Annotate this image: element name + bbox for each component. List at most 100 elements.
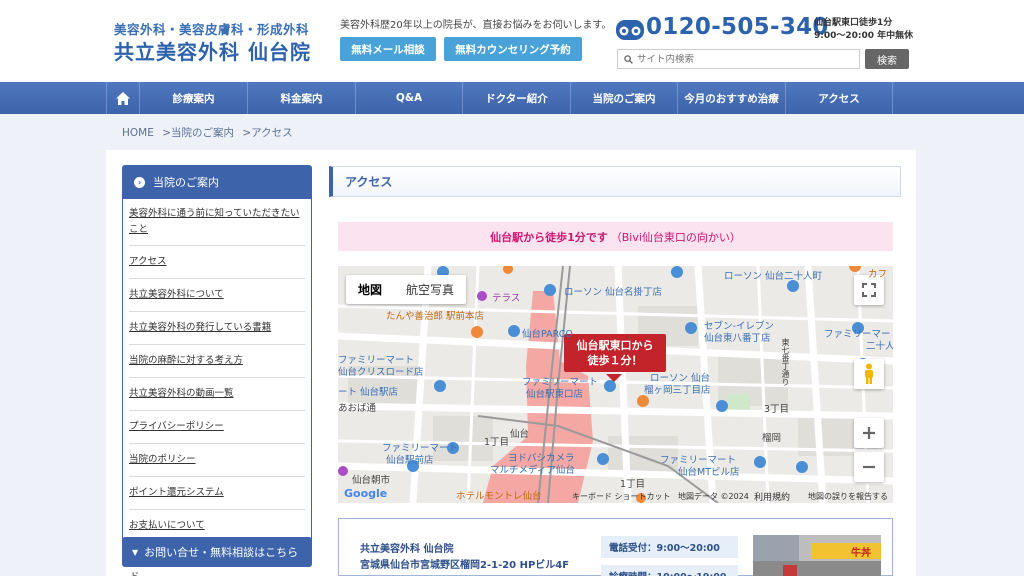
map-label: 榴ヶ岡三丁目店	[644, 385, 711, 396]
map-label: 1丁目	[620, 479, 646, 490]
sidebar-item-policy[interactable]: 当院のポリシー	[129, 444, 305, 477]
sidebar-item-access[interactable]: アクセス	[129, 246, 305, 279]
map-label: あおば通	[338, 403, 377, 414]
map-data-credit: 地図データ ©2024	[678, 492, 749, 501]
home-icon	[116, 91, 130, 105]
tab-map[interactable]: 地図	[346, 275, 394, 304]
sidebar-item-payment[interactable]: お支払いについて	[129, 510, 305, 539]
access-line: 仙台駅東口徒歩1分	[814, 18, 893, 28]
breadcrumb-clinic[interactable]: >当院のご案内	[162, 127, 234, 139]
nav-items: 診療案内 料金案内 Q&A ドクター紹介 当院のご案内 今月のおすすめ治療 アク…	[106, 82, 893, 114]
map-label: 仙台PARCO	[522, 329, 573, 340]
plus-icon	[863, 427, 875, 439]
map-label: 東七番丁通り	[781, 338, 790, 386]
sidebar-item-about[interactable]: 共立美容外科について	[129, 279, 305, 312]
map-label: 仙台駅東口店	[526, 389, 584, 400]
clinic-info-box: 共立美容外科 仙台院 宮城県仙台市宮城野区榴岡2-1-20 HPビル4F 電話受…	[338, 518, 893, 576]
sidebar-item-books[interactable]: 共立美容外科の発行している書籍	[129, 312, 305, 345]
map-label: 仙台東八番丁店	[704, 333, 771, 344]
map-label: 榴岡	[762, 433, 782, 444]
sidebar-item-points[interactable]: ポイント還元システム	[129, 477, 305, 510]
clinic-address: 宮城県仙台市宮城野区榴岡2-1-20 HPビル4F	[360, 560, 570, 571]
nav-home[interactable]	[106, 82, 140, 114]
contact-consult-label: お問い合せ・無料相談はこちら	[144, 546, 299, 559]
map-label: 二十人	[866, 341, 893, 352]
access-notice-sub: （Bivi仙台東口の向かい）	[610, 230, 741, 244]
access-hours: 仙台駅東口徒歩1分 9:00～20:00 年中無休	[814, 17, 913, 43]
report-error-link[interactable]: 地図の誤りを報告する	[808, 491, 888, 502]
nav-clinic-info[interactable]: 当院のご案内	[571, 82, 678, 114]
map-popup: 仙台駅東口から 徒歩１分！	[564, 334, 666, 372]
sidebar-list: 美容外科に通う前に知っていただきたいこと アクセス 共立美容外科について 共立美…	[122, 199, 312, 539]
keyboard-shortcuts-link[interactable]: キーボード ショートカット	[572, 491, 671, 502]
map-type-tabs: 地図 航空写真	[346, 275, 467, 304]
map-popup-line2: 徒歩１分！	[587, 354, 643, 367]
map-label: テラス	[492, 293, 521, 304]
map-label: 仙台朝市	[352, 475, 391, 486]
sidebar-item-before-visit[interactable]: 美容外科に通う前に知っていただきたいこと	[129, 199, 305, 246]
street-view-pegman[interactable]	[854, 359, 884, 389]
triangle-down-icon: ▼	[132, 547, 139, 557]
zoom-in-button[interactable]	[854, 418, 884, 448]
page-title: アクセス	[329, 166, 901, 197]
shop-sign: 牛丼	[851, 546, 871, 559]
sidebar-item-anesthesia[interactable]: 当院の麻酔に対する考え方	[129, 345, 305, 378]
phone-number[interactable]: 0120-505-340	[646, 14, 829, 40]
sidebar-heading: › 当院のご案内	[122, 165, 312, 199]
logo-title[interactable]: 共立美容外科 仙台院	[114, 36, 311, 65]
map-label: カフ	[868, 269, 888, 280]
building-photo: 牛丼	[753, 535, 881, 576]
map-label: 仙台	[510, 429, 530, 440]
sidebar-tail-text: ド	[130, 569, 139, 576]
search-input[interactable]	[637, 53, 847, 65]
map-label: 仙台クリスロード店	[338, 367, 424, 378]
pegman-icon	[865, 363, 873, 384]
map-label: たんや善治郎 駅前本店	[386, 311, 485, 322]
breadcrumb-home[interactable]: HOME	[122, 127, 154, 139]
google-map[interactable]: 地図 航空写真 仙台駅東口から 徒歩１分！ ローソン 仙台二十人町 ローソン 仙…	[338, 266, 893, 503]
map-label: 1丁目	[484, 437, 510, 448]
map-label: ート 仙台駅店	[338, 387, 399, 398]
map-label: ローソン 仙台二十人町	[724, 271, 823, 282]
map-label: マルチメディア仙台	[490, 465, 575, 476]
nav-access[interactable]: アクセス	[786, 82, 893, 114]
clinic-name: 共立美容外科 仙台院	[360, 544, 454, 555]
chevron-right-icon: ›	[134, 176, 145, 188]
sidebar-item-privacy[interactable]: プライバシーポリシー	[129, 411, 305, 444]
search-box	[617, 49, 860, 69]
nav-doctor[interactable]: ドクター紹介	[463, 82, 571, 114]
search-icon	[624, 54, 633, 64]
site-header: 美容外科・美容皮膚科・形成外科 共立美容外科 仙台院 美容外科歴20年以上の院長…	[0, 0, 1024, 82]
map-footer: キーボード ショートカット 地図データ ©2024 利用規約 地図の誤りを報告す…	[338, 489, 893, 503]
tel-hours: 電話受付：9:00～20:00	[601, 536, 738, 558]
freedial-icon	[616, 20, 644, 40]
terms-link[interactable]: 利用規約	[754, 490, 790, 503]
breadcrumb: HOME >当院のご案内 >アクセス	[122, 125, 298, 140]
map-popup-line1: 仙台駅東口から	[576, 339, 654, 352]
fullscreen-icon	[862, 283, 876, 297]
access-notice-main: 仙台駅から徒歩1分です	[490, 230, 608, 244]
contact-consult-bar[interactable]: ▼ お問い合せ・無料相談はこちら	[122, 537, 312, 567]
main-nav: 診療案内 料金案内 Q&A ドクター紹介 当院のご案内 今月のおすすめ治療 アク…	[0, 82, 1024, 114]
nav-recommend[interactable]: 今月のおすすめ治療	[678, 82, 786, 114]
map-label: 仙台MTビル店	[678, 467, 740, 478]
nav-qa[interactable]: Q&A	[356, 82, 463, 114]
nav-price[interactable]: 料金案内	[248, 82, 356, 114]
sidebar-heading-label: 当院のご案内	[153, 176, 219, 189]
breadcrumb-current: >アクセス	[242, 127, 293, 139]
nav-treatment[interactable]: 診療案内	[140, 82, 248, 114]
hours-line: 9:00～20:00 年中無休	[814, 31, 914, 41]
clinic-photo: 牛丼	[753, 535, 881, 576]
free-mail-consult-button[interactable]: 無料メール相談	[340, 37, 436, 61]
minus-icon	[863, 465, 875, 469]
sidebar-item-videos[interactable]: 共立美容外科の動画一覧	[129, 378, 305, 411]
zoom-out-button[interactable]	[854, 452, 884, 482]
tab-satellite[interactable]: 航空写真	[394, 275, 466, 304]
free-counseling-button[interactable]: 無料カウンセリング予約	[444, 37, 582, 61]
header-tagline: 美容外科歴20年以上の院長が、直接お悩みをお伺いします。	[340, 20, 612, 31]
search-button[interactable]: 検索	[865, 49, 909, 69]
map-label: 3丁目	[764, 404, 790, 415]
access-notice: 仙台駅から徒歩1分です （Bivi仙台東口の向かい）	[338, 222, 893, 251]
clinic-hours: 診療時間：10:00～19:00	[601, 565, 738, 576]
map-label: 仙台駅前店	[386, 455, 434, 466]
